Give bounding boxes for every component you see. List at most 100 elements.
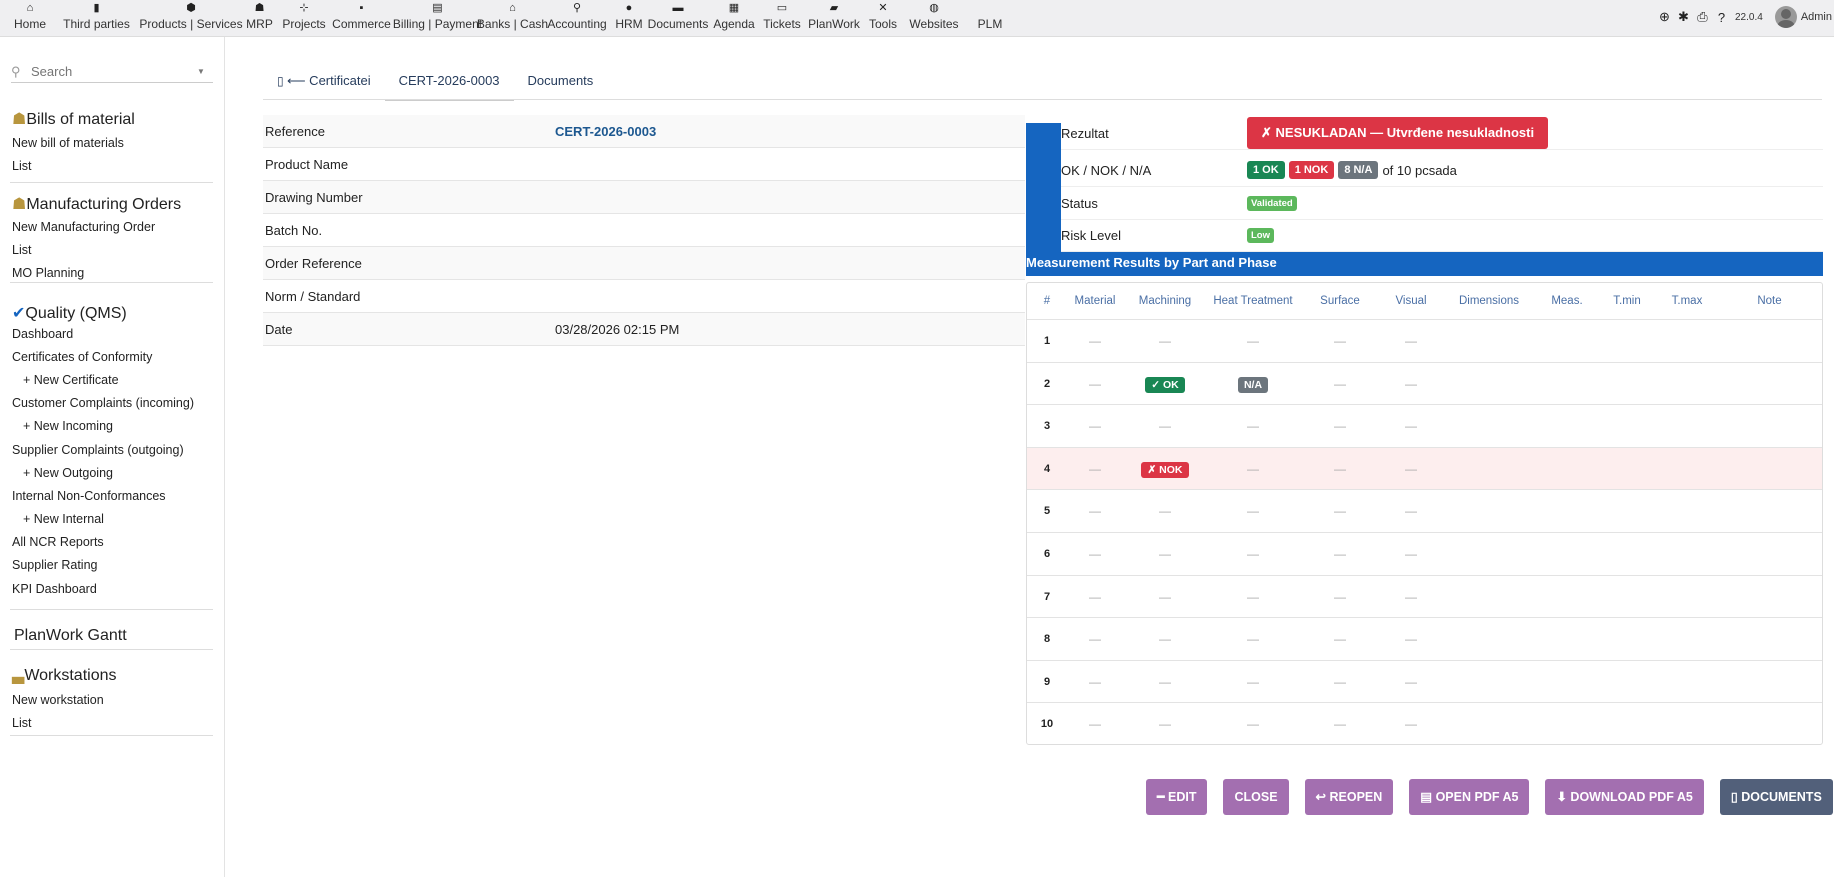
topmenu-tools[interactable]: ✕ Tools <box>863 0 903 37</box>
sidebar-item[interactable]: Certificates of Conformity <box>12 350 152 364</box>
sidebar-item[interactable]: + New Outgoing <box>23 466 113 480</box>
sitemap-icon: ⊹ <box>299 2 309 14</box>
sidebar-item[interactable]: Supplier Complaints (outgoing) <box>12 443 184 457</box>
sidebar-item[interactable]: List <box>12 159 31 173</box>
topmenu-label: Third parties <box>63 17 130 31</box>
topmenu-mrp[interactable]: ☗ MRP <box>241 0 278 37</box>
sidebar-heading-ws[interactable]: ▃Workstations <box>12 665 117 685</box>
bug-icon[interactable]: ✱ <box>1674 9 1693 25</box>
print-icon[interactable]: ⎙ <box>1693 9 1712 25</box>
topmenu-planwork[interactable]: ▰ PlanWork <box>805 0 863 37</box>
na-badge: N/A <box>1237 376 1269 393</box>
row-number: 1 <box>1043 335 1051 347</box>
topmenu-tickets[interactable]: ▭ Tickets <box>759 0 805 37</box>
sidebar-heading-label: Bills of material <box>26 111 135 128</box>
topmenu-documents[interactable]: ▬ Documents <box>647 0 709 37</box>
reopen-button[interactable]: ↩ REOPEN <box>1304 779 1394 815</box>
sidebar-heading-planwork[interactable]: PlanWork Gantt <box>14 627 127 645</box>
topmenu-products-services[interactable]: ⬢ Products | Services <box>139 0 242 37</box>
topmenu-websites[interactable]: ◍ Websites <box>903 0 965 37</box>
open-pdf-button[interactable]: ▤ OPEN PDF A5 <box>1409 779 1530 815</box>
sidebar-item[interactable]: List <box>12 243 31 257</box>
measurement-title: Measurement Results by Part and Phase <box>1026 252 1823 276</box>
record-tabs: ▯ ⟵ Certificatei CERT-2026-0003 Document… <box>263 64 607 101</box>
sidebar-item[interactable]: New bill of materials <box>12 136 124 150</box>
measurement-cell: — <box>1334 717 1346 732</box>
sidebar-item[interactable]: New Manufacturing Order <box>12 220 155 234</box>
topmenu-third-parties[interactable]: ▮ Third parties <box>52 0 141 37</box>
topmenu-projects[interactable]: ⊹ Projects <box>278 0 330 37</box>
measurement-cell: — <box>1334 674 1346 689</box>
topmenu-label: Websites <box>909 17 959 31</box>
nok-badge: ✗ NOK <box>1141 461 1189 478</box>
topmenu-label: Documents <box>647 17 709 31</box>
topmenu-label: PLM <box>977 17 1003 31</box>
suitcase-icon: ▪ <box>359 2 364 14</box>
topmenu-plm[interactable]: PLM <box>965 0 1015 37</box>
help-icon[interactable]: ? <box>1712 10 1731 25</box>
sidebar-item[interactable]: Customer Complaints (incoming) <box>12 396 194 410</box>
sidebar-item[interactable]: KPI Dashboard <box>12 582 97 596</box>
field-row: Batch No. <box>263 214 1025 247</box>
field-label: Date <box>265 321 293 337</box>
table-row: 1 — — — — — <box>1027 319 1822 362</box>
sidebar-heading-mo[interactable]: ☗Manufacturing Orders <box>12 194 181 214</box>
status-color-bar <box>1026 123 1061 253</box>
topmenu-label: MRP <box>246 17 273 31</box>
sidebar-item[interactable]: + New Certificate <box>23 373 119 387</box>
sidebar-divider <box>10 182 213 183</box>
sidebar-item[interactable]: Internal Non-Conformances <box>12 489 166 503</box>
measurement-cell: — <box>1334 334 1346 348</box>
action-buttons: ━ EDIT CLOSE ↩ REOPEN ▤ OPEN PDF A5 ⬇ DOWNLO… <box>1146 779 1833 815</box>
edit-button[interactable]: ━ EDIT <box>1146 779 1208 815</box>
tab-documents[interactable]: Documents <box>514 64 608 101</box>
topmenu-home[interactable]: ⌂ Home <box>8 0 52 37</box>
documents-button[interactable]: ▯ DOCUMENTS <box>1719 779 1833 815</box>
sidebar-item[interactable]: Dashboard <box>12 327 73 341</box>
column-header: Machining <box>1138 295 1192 307</box>
measurement-cell: — <box>1405 461 1417 476</box>
table-row: 3 — — — — — <box>1027 404 1822 447</box>
sidebar-heading-bom[interactable]: ☗Bills of material <box>12 109 135 129</box>
topmenu-agenda[interactable]: ▦ Agenda <box>709 0 759 37</box>
field-label: Norm / Standard <box>265 288 361 304</box>
column-header: Visual <box>1395 295 1427 307</box>
field-value: 03/28/2026 02:15 PM <box>555 321 680 337</box>
download-pdf-button[interactable]: ⬇ DOWNLOAD PDF A5 <box>1545 779 1704 815</box>
sidebar-item[interactable]: New workstation <box>12 693 104 707</box>
measurement-cell: — <box>1089 674 1101 689</box>
row-number: 4 <box>1043 462 1051 475</box>
result-label: Rezultat <box>1061 125 1109 141</box>
sidebar-heading-qms[interactable]: ✔Quality (QMS) <box>12 303 127 323</box>
search-input[interactable] <box>31 64 191 79</box>
measurement-cell: — <box>1247 547 1259 561</box>
sidebar-item[interactable]: + New Internal <box>23 512 104 526</box>
column-header: T.max <box>1671 295 1703 307</box>
plus-circle-icon[interactable]: ⊕ <box>1655 9 1674 25</box>
user-name[interactable]: Admin <box>1801 11 1832 23</box>
tab-cert[interactable]: CERT-2026-0003 <box>384 64 514 101</box>
sidebar-item[interactable]: + New Incoming <box>23 419 113 433</box>
calendar-icon: ▦ <box>728 2 740 14</box>
sidebar-item[interactable]: MO Planning <box>12 266 84 280</box>
topmenu-label: Billing | Payment <box>392 17 483 31</box>
topmenu-label: Agenda <box>713 17 755 31</box>
close-button[interactable]: CLOSE <box>1223 779 1289 815</box>
field-label: Batch No. <box>265 222 323 238</box>
sidebar-item[interactable]: List <box>12 716 31 730</box>
tab-back-certificates[interactable]: ▯ ⟵ Certificatei <box>263 64 385 101</box>
chevron-down-icon[interactable]: ▼ <box>197 67 205 76</box>
avatar[interactable] <box>1774 6 1797 28</box>
topmenu-commerce[interactable]: ▪ Commerce <box>330 0 393 37</box>
measurement-cell: N/A <box>1207 363 1299 405</box>
sidebar-item[interactable]: Supplier Rating <box>12 558 97 572</box>
topmenu-billing-payment[interactable]: ▤ Billing | Payment <box>393 0 482 37</box>
topmenu-accounting[interactable]: ⚲ Accounting <box>543 0 611 37</box>
user-icon: ● <box>625 2 633 14</box>
table-row: 5 — — — — — <box>1027 489 1822 532</box>
topmenu-hrm[interactable]: ● HRM <box>611 0 647 37</box>
topmenu-banks-cash[interactable]: ⌂ Banks | Cash <box>477 0 548 37</box>
result-badge: ✗ NESUKLADAN — Utvrđene nesukladnosti <box>1247 117 1549 149</box>
sidebar-heading-label: Manufacturing Orders <box>26 196 182 213</box>
sidebar-item[interactable]: All NCR Reports <box>12 535 104 549</box>
